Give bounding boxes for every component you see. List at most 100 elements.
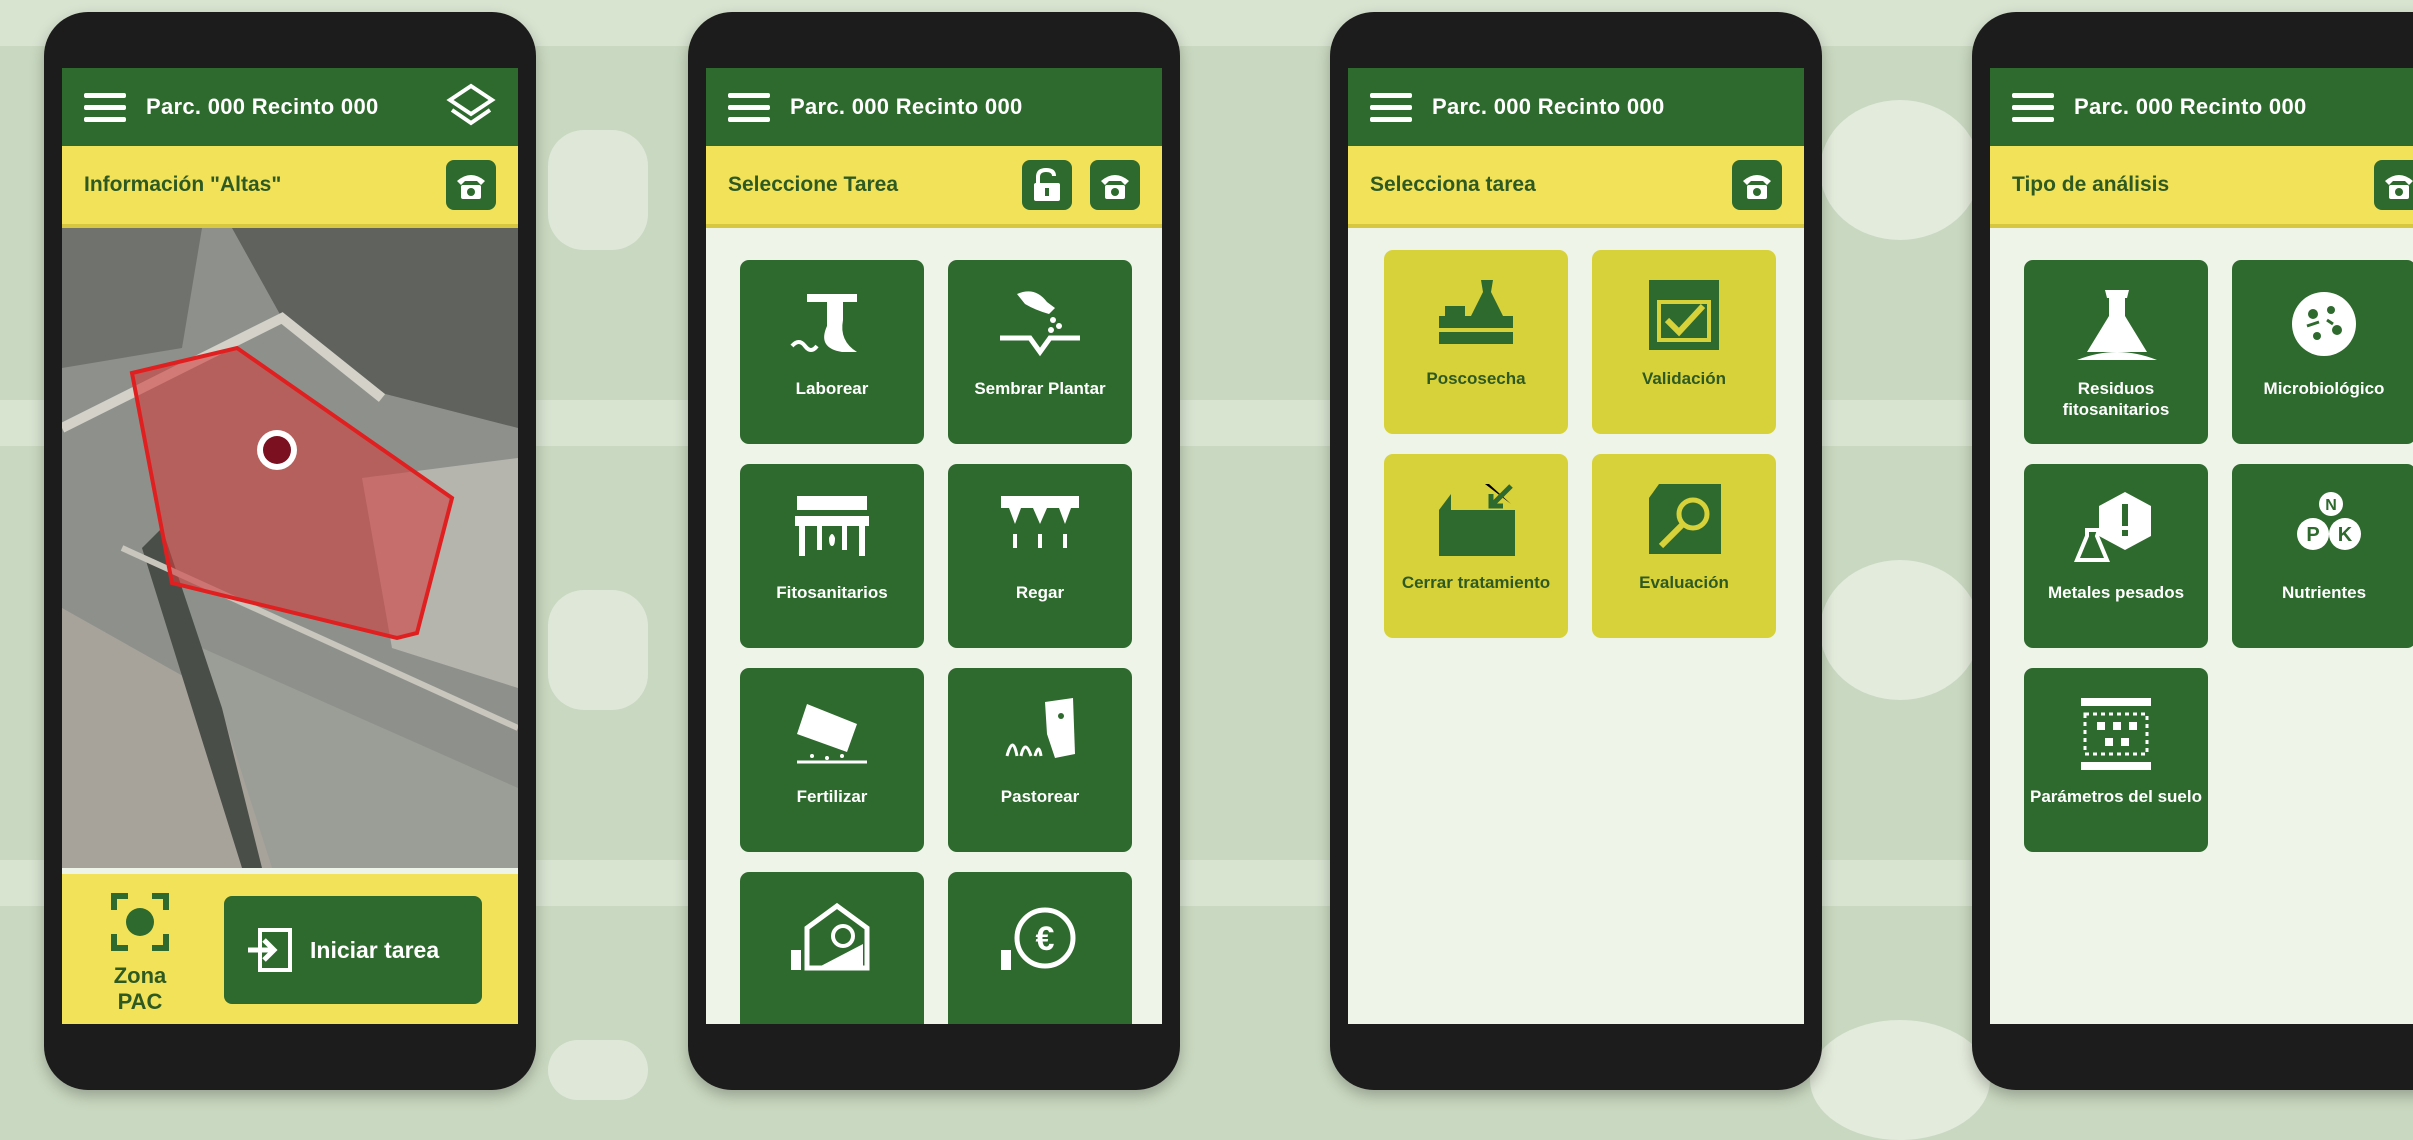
layers-icon[interactable] (446, 82, 496, 137)
zone-target-icon (111, 893, 169, 951)
info-bar: Información "Altas" (62, 146, 518, 228)
telephone-icon (1743, 175, 1771, 199)
analysis-tile-suelo[interactable]: Parámetros del suelo (2024, 668, 2208, 852)
analysis-tile-microbiologico[interactable]: Microbiológico (2232, 260, 2413, 444)
header-title: Parc. 000 Recinto 000 (146, 94, 379, 119)
screen: Parc. 000 Recinto 000 Tipo de análisis R… (1990, 68, 2413, 1024)
postharvest-icon (1439, 280, 1513, 344)
screen: Parc. 000 Recinto 000 Información "Altas… (62, 68, 518, 1024)
tile-label: Parámetros del suelo (2030, 787, 2202, 806)
task-tile-ayudas[interactable]: € (948, 872, 1132, 1024)
subsidy-icon: € (1001, 907, 1076, 970)
evaluation-icon (1649, 484, 1721, 554)
phone-call-button[interactable] (1732, 160, 1782, 210)
map-footer: Zona PAC Iniciar tarea (62, 874, 518, 1024)
app-header: Parc. 000 Recinto 000 (706, 68, 1162, 146)
irrigation-icon (1001, 496, 1079, 548)
flask-icon (2077, 290, 2157, 360)
header-title: Parc. 000 Recinto 000 (790, 94, 1023, 119)
tile-label: Validación (1641, 369, 1727, 388)
soil-icon (2081, 698, 2151, 770)
sow-icon (1000, 291, 1080, 357)
aerial-map (62, 228, 518, 868)
phone-call-button[interactable] (446, 160, 496, 210)
phone-map: Parc. 000 Recinto 000 Información "Altas… (44, 12, 536, 1090)
menu-icon[interactable] (2012, 92, 2054, 122)
unlock-icon (1034, 167, 1060, 201)
phone-call-button[interactable] (1090, 160, 1140, 210)
npk-icon: N P K (2297, 492, 2361, 550)
analysis-tile-nutrientes[interactable]: N P K Nutrientes (2232, 464, 2413, 648)
svg-text:N: N (2325, 497, 2337, 514)
task-tile-regar[interactable]: Regar (948, 464, 1132, 648)
app-header: Parc. 000 Recinto 000 (1348, 68, 1804, 146)
validation-icon (1649, 280, 1719, 350)
storage-icon (791, 902, 870, 971)
task-grid: Laborear Sembrar Plantar Fitosanitarios … (706, 228, 1162, 1024)
phone-task-selection: Parc. 000 Recinto 000 Seleccione Tarea L… (688, 12, 1180, 1090)
tile-label: Cerrar tratamiento (1401, 573, 1551, 592)
task-tile-sembrar[interactable]: Sembrar Plantar (948, 260, 1132, 444)
app-header: Parc. 000 Recinto 000 (62, 68, 518, 146)
tile-label: Evaluación (1639, 573, 1729, 592)
telephone-icon (457, 175, 485, 199)
phone-call-button[interactable] (2374, 160, 2413, 210)
task-tile-cerrar-tratamiento[interactable]: Cerrar tratamiento (1384, 454, 1568, 638)
task-tile-fitosanitarios[interactable]: Fitosanitarios (740, 464, 924, 648)
telephone-icon (2385, 175, 2413, 199)
fertilizer-icon (797, 704, 867, 764)
microbe-icon (2292, 292, 2356, 356)
telephone-icon (1101, 175, 1129, 199)
analysis-bar-title: Tipo de análisis (2012, 173, 2170, 196)
task-tile-laborear[interactable]: Laborear (740, 260, 924, 444)
pac-label: PAC (117, 989, 163, 1014)
tile-label: Metales pesados (2047, 583, 2185, 602)
task-tile-poscosecha[interactable]: Poscosecha (1384, 250, 1568, 434)
phone-task-selection-2: Parc. 000 Recinto 000 Selecciona tarea P… (1330, 12, 1822, 1090)
app-header: Parc. 000 Recinto 000 (1990, 68, 2413, 146)
menu-icon[interactable] (1370, 92, 1412, 122)
task-bar-title: Seleccione Tarea (728, 173, 899, 196)
analysis-tile-metales[interactable]: Metales pesados (2024, 464, 2208, 648)
task-tile-evaluacion[interactable]: Evaluación (1592, 454, 1776, 638)
tile-label: Residuos fitosanitarios (2062, 379, 2170, 419)
tile-label: Laborear (795, 379, 869, 398)
tile-label: Sembrar Plantar (974, 379, 1106, 398)
sprayer-icon (795, 496, 869, 556)
menu-icon[interactable] (84, 92, 126, 122)
unlock-button[interactable] (1022, 160, 1072, 210)
tile-label: Pastorear (1000, 787, 1080, 806)
svg-text:P: P (2306, 524, 2319, 546)
task-bar: Selecciona tarea (1348, 146, 1804, 228)
info-title: Información "Altas" (84, 173, 282, 196)
task-tile-validacion[interactable]: Validación (1592, 250, 1776, 434)
tile-label: Regar (1015, 583, 1065, 602)
analysis-tile-residuos[interactable]: Residuos fitosanitarios (2024, 260, 2208, 444)
analysis-grid: Residuos fitosanitarios Microbiológico M… (1990, 228, 2413, 1024)
task-tile-pastorear[interactable]: Pastorear (948, 668, 1132, 852)
tile-label: Nutrientes (2281, 583, 2367, 602)
zona-label: Zona (113, 963, 167, 988)
plow-icon (790, 294, 857, 352)
enter-icon (248, 928, 292, 972)
close-treatment-icon (1439, 484, 1515, 556)
map-view[interactable] (62, 228, 518, 868)
svg-text:K: K (2338, 524, 2353, 546)
svg-text:€: € (1036, 920, 1055, 958)
tile-label: Poscosecha (1426, 369, 1526, 388)
zona-pac-button[interactable]: Zona PAC (92, 892, 188, 1015)
screen: Parc. 000 Recinto 000 Selecciona tarea P… (1348, 68, 1804, 1024)
tile-label: Fertilizar (796, 787, 868, 806)
task-tile-fertilizar[interactable]: Fertilizar (740, 668, 924, 852)
start-task-button[interactable]: Iniciar tarea (224, 896, 482, 1004)
analysis-bar: Tipo de análisis (1990, 146, 2413, 228)
header-title: Parc. 000 Recinto 000 (2074, 94, 2307, 119)
task-tile-almacen[interactable] (740, 872, 924, 1024)
tile-label: Fitosanitarios (776, 583, 888, 602)
heavy-metals-icon (2074, 492, 2151, 562)
task-bar: Seleccione Tarea (706, 146, 1162, 228)
task-grid: Poscosecha Validación Cerrar tratamiento (1348, 228, 1804, 1024)
screen: Parc. 000 Recinto 000 Seleccione Tarea L… (706, 68, 1162, 1024)
menu-icon[interactable] (728, 92, 770, 122)
header-title: Parc. 000 Recinto 000 (1432, 94, 1665, 119)
